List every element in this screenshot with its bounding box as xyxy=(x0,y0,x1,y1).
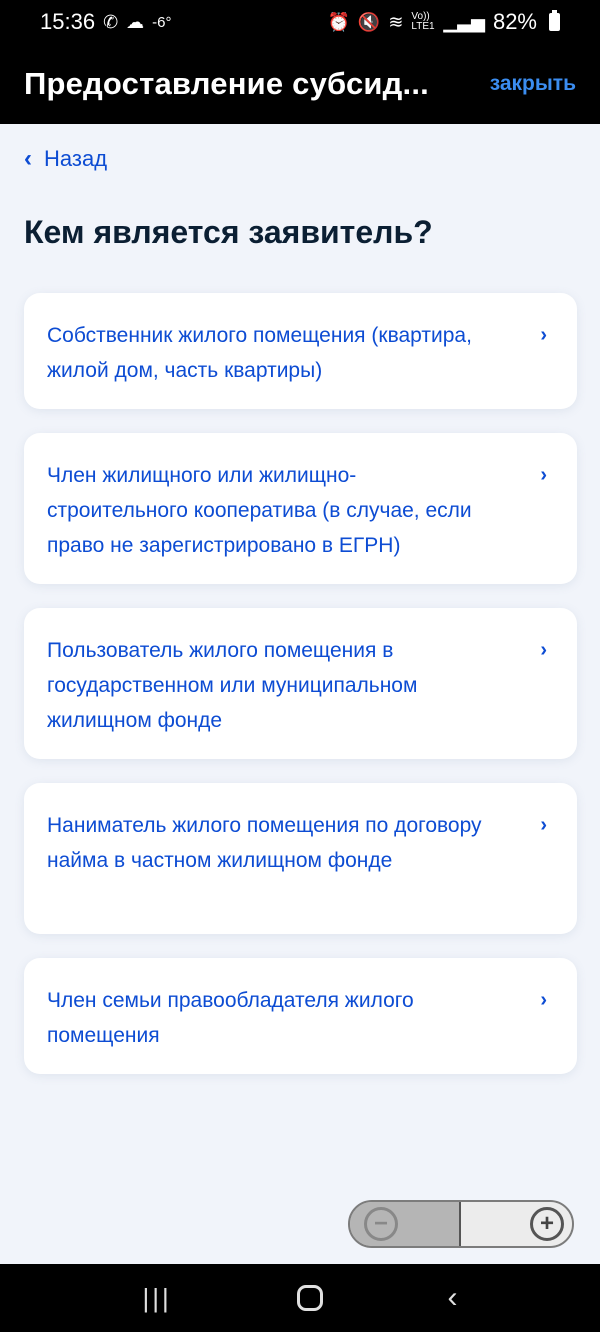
option-label: Собственник жилого помещения (квартира, … xyxy=(47,324,472,382)
status-left: 15:36 ✆ ☁ -6° xyxy=(40,9,172,35)
status-right: ⏰ 🔇 ≋ Vo)) LTE1 ▁▃▅ 82% xyxy=(327,9,560,35)
option-label: Наниматель жилого помещения по договору … xyxy=(47,814,482,872)
zoom-in-button[interactable]: + xyxy=(461,1202,572,1246)
zoom-control: − + xyxy=(348,1200,574,1248)
option-card-owner[interactable]: Собственник жилого помещения (квартира, … xyxy=(24,293,577,409)
zoom-in-icon: + xyxy=(530,1207,564,1241)
temperature: -6° xyxy=(152,13,172,31)
system-nav-bar: ||| ‹ xyxy=(0,1264,600,1332)
status-bar: 15:36 ✆ ☁ -6° ⏰ 🔇 ≋ Vo)) LTE1 ▁▃▅ 82% xyxy=(0,0,600,44)
option-card-private-tenant[interactable]: Наниматель жилого помещения по договору … xyxy=(24,783,577,934)
battery-percent: 82% xyxy=(492,9,537,34)
option-card-cooperative-member[interactable]: Член жилищного или жилищно-строительного… xyxy=(24,433,577,584)
chevron-right-icon: › xyxy=(540,464,547,486)
home-icon[interactable] xyxy=(296,1285,323,1311)
signal-icon: ▁▃▅ xyxy=(443,12,485,32)
back-button[interactable]: ‹ Назад xyxy=(24,146,107,172)
page-title: Предоставление субсид... xyxy=(24,66,429,101)
wifi-icon: ≋ xyxy=(388,12,404,32)
clock: 15:36 xyxy=(40,9,96,34)
mute-icon: 🔇 xyxy=(357,12,381,32)
question-heading: Кем является заявитель? xyxy=(24,214,433,250)
back-nav-icon[interactable]: ‹ xyxy=(448,1281,458,1315)
alarm-icon: ⏰ xyxy=(327,12,350,32)
chevron-right-icon: › xyxy=(540,324,547,346)
close-button[interactable]: закрыть xyxy=(490,72,576,96)
zoom-out-button[interactable]: − xyxy=(350,1202,461,1246)
option-label: Член семьи правообладателя жилого помеще… xyxy=(47,989,414,1047)
whatsapp-icon: ✆ xyxy=(103,12,119,32)
battery-icon xyxy=(549,10,560,31)
chevron-right-icon: › xyxy=(540,814,547,836)
option-label: Пользователь жилого помещения в государс… xyxy=(47,639,418,732)
weather-icon: ☁ xyxy=(126,12,145,32)
back-label: Назад xyxy=(44,146,108,171)
chevron-left-icon: ‹ xyxy=(24,145,32,172)
option-card-family-member[interactable]: Член семьи правообладателя жилого помеще… xyxy=(24,958,577,1074)
volte-icon: Vo)) LTE1 xyxy=(411,11,435,32)
chevron-right-icon: › xyxy=(540,639,547,661)
zoom-out-icon: − xyxy=(364,1207,398,1241)
option-label: Член жилищного или жилищно-строительного… xyxy=(47,464,472,557)
option-card-state-fund-user[interactable]: Пользователь жилого помещения в государс… xyxy=(24,608,577,759)
app-bar: Предоставление субсид... закрыть xyxy=(0,44,600,124)
chevron-right-icon: › xyxy=(540,989,547,1011)
recents-icon[interactable]: ||| xyxy=(142,1283,171,1314)
